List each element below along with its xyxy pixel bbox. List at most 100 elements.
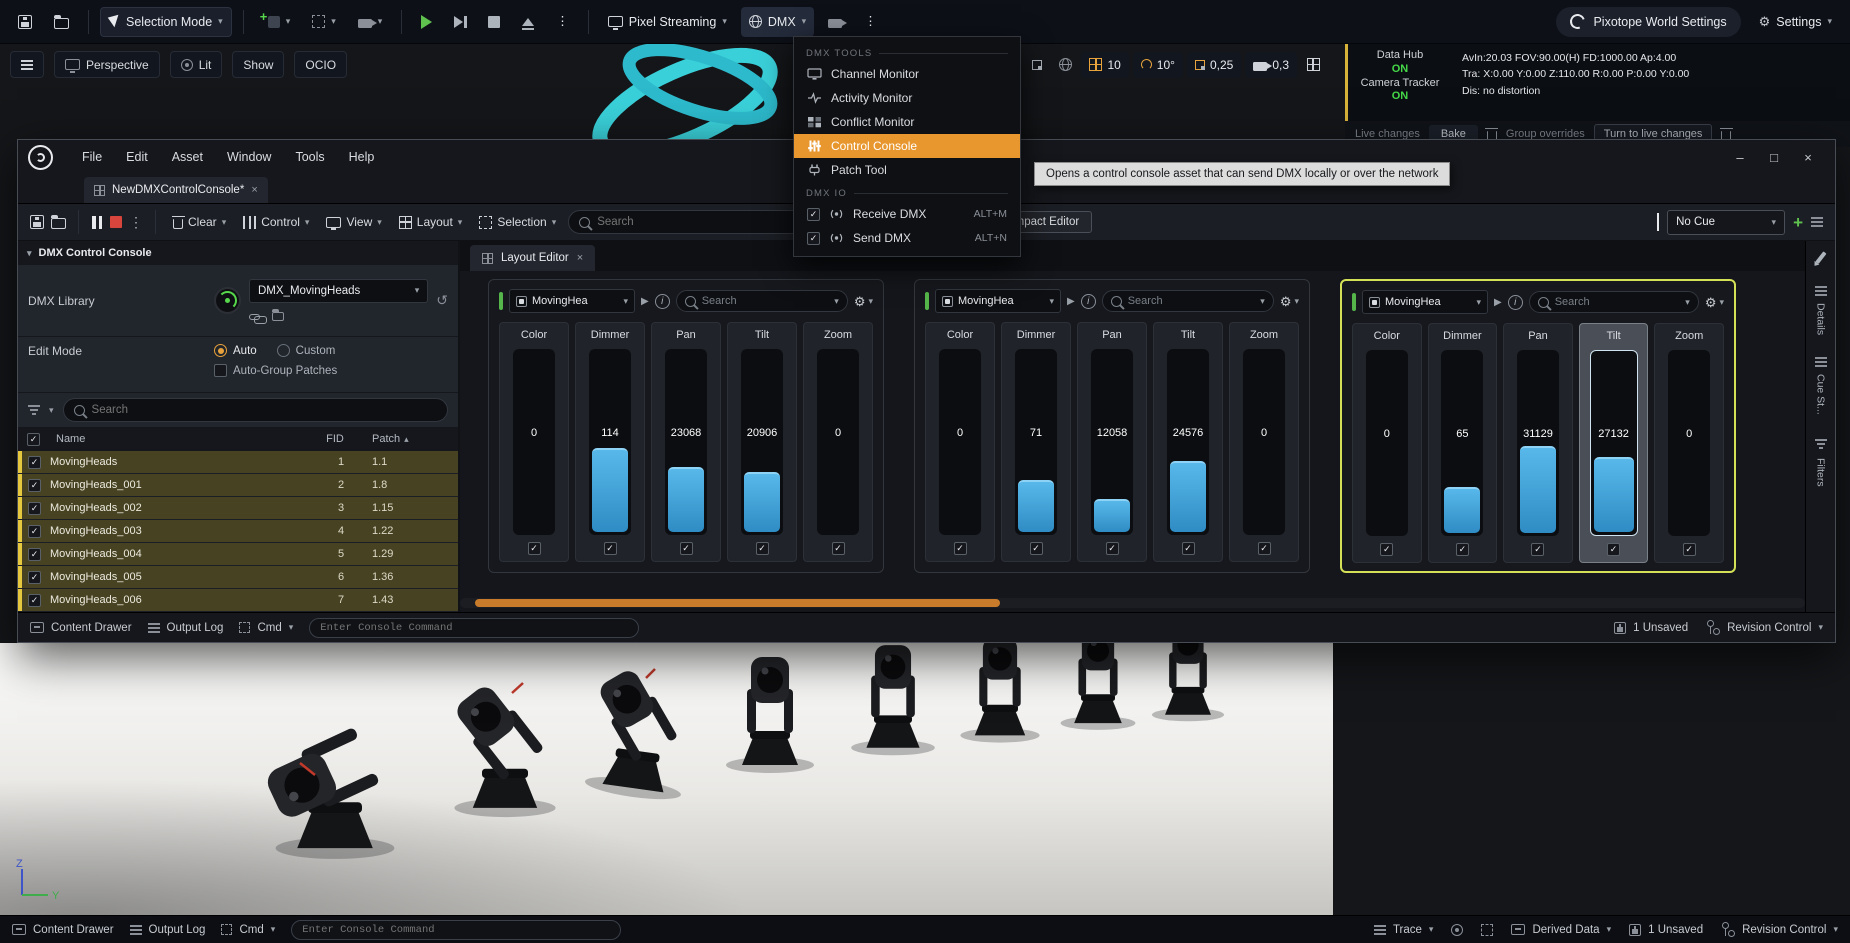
- content-browser-button[interactable]: [46, 7, 77, 37]
- pixotope-world-settings-button[interactable]: Pixotope World Settings: [1556, 7, 1740, 37]
- row-checkbox[interactable]: ✓: [28, 571, 41, 584]
- rotation-snap-control[interactable]: 10°: [1133, 52, 1183, 78]
- fader-enable-checkbox[interactable]: ✓: [1258, 542, 1271, 555]
- menu-item-receive-dmx[interactable]: ✓Receive DMXALT+M: [794, 202, 1020, 226]
- maximize-button[interactable]: □: [1757, 150, 1791, 165]
- edit-icon[interactable]: [1815, 251, 1826, 263]
- fader-track[interactable]: 0: [939, 349, 981, 535]
- fader-zoom[interactable]: Zoom0✓: [1229, 322, 1299, 562]
- tab-filters[interactable]: Filters: [1815, 437, 1827, 487]
- fader-track[interactable]: 0: [1668, 350, 1710, 536]
- fader-dimmer[interactable]: Dimmer65✓: [1428, 323, 1498, 563]
- row-checkbox[interactable]: ✓: [28, 548, 41, 561]
- group-search-input[interactable]: Search▾: [1102, 290, 1274, 312]
- play-button[interactable]: [413, 7, 440, 37]
- add-cue-button[interactable]: +: [1793, 214, 1803, 231]
- pixel-streaming-dropdown[interactable]: Pixel Streaming ▾: [600, 7, 735, 37]
- pause-playback-icon[interactable]: [91, 216, 103, 229]
- row-checkbox[interactable]: ✓: [28, 502, 41, 515]
- viewport-3d-scene[interactable]: Z Y: [0, 643, 1333, 915]
- fader-enable-checkbox[interactable]: ✓: [1683, 543, 1696, 556]
- fixture-group-select[interactable]: MovingHea▾: [1362, 290, 1488, 314]
- playback-options-menu[interactable]: ⋮: [129, 215, 143, 229]
- row-checkbox[interactable]: ✓: [28, 525, 41, 538]
- layout-dropdown[interactable]: Layout▾: [394, 211, 468, 233]
- fader-color[interactable]: Color0✓: [1352, 323, 1422, 563]
- frame-skip-button[interactable]: [446, 7, 474, 37]
- trace-dropdown[interactable]: Trace▾: [1374, 924, 1434, 936]
- tab-details[interactable]: Details: [1815, 286, 1827, 335]
- fader-zoom[interactable]: Zoom0✓: [1654, 323, 1724, 563]
- menu-file[interactable]: File: [71, 145, 113, 169]
- fader-pan[interactable]: Pan31129✓: [1503, 323, 1573, 563]
- selection-mode-dropdown[interactable]: Selection Mode ▾: [100, 7, 232, 37]
- grid-snap-control[interactable]: 10: [1081, 52, 1128, 78]
- maximize-viewport-button[interactable]: [1301, 52, 1325, 78]
- fader-tilt[interactable]: Tilt24576✓: [1153, 322, 1223, 562]
- info-icon[interactable]: i: [1508, 295, 1523, 310]
- fader-enable-checkbox[interactable]: ✓: [1030, 542, 1043, 555]
- fader-color[interactable]: Color0✓: [925, 322, 995, 562]
- fader-enable-checkbox[interactable]: ✓: [528, 542, 541, 555]
- content-drawer-button[interactable]: Content Drawer: [30, 622, 132, 634]
- column-fid[interactable]: FID: [304, 433, 366, 445]
- fader-dimmer[interactable]: Dimmer114✓: [575, 322, 645, 562]
- menu-item-send-dmx[interactable]: ✓Send DMXALT+N: [794, 226, 1020, 250]
- fader-track[interactable]: 27132: [1590, 350, 1638, 536]
- fader-track[interactable]: 23068: [665, 349, 707, 535]
- patch-row-movingheads-004[interactable]: ✓MovingHeads_00451.29: [18, 543, 458, 566]
- library-asset-icon[interactable]: [214, 287, 241, 314]
- fixture-group-select[interactable]: MovingHea▾: [509, 289, 635, 313]
- group-settings-button[interactable]: ⚙▾: [1705, 296, 1724, 309]
- fader-enable-checkbox[interactable]: ✓: [832, 542, 845, 555]
- filter-icon[interactable]: [30, 409, 38, 411]
- cue-select[interactable]: No Cue▾: [1667, 210, 1785, 235]
- revision-control-dropdown[interactable]: Revision Control▾: [1706, 621, 1823, 634]
- fader-track[interactable]: 20906: [741, 349, 783, 535]
- group-settings-button[interactable]: ⚙▾: [854, 295, 873, 308]
- cinematics-dropdown[interactable]: ▾: [350, 7, 391, 37]
- expand-arrow-icon[interactable]: ▶: [1067, 296, 1075, 307]
- info-icon[interactable]: i: [655, 294, 670, 309]
- lit-dropdown[interactable]: Lit: [170, 51, 223, 78]
- browse-icon[interactable]: [51, 218, 66, 229]
- world-space-button[interactable]: [1053, 52, 1077, 78]
- menu-edit[interactable]: Edit: [115, 145, 159, 169]
- scrollbar-thumb[interactable]: [475, 599, 1000, 607]
- control-dropdown[interactable]: Control▾: [238, 211, 314, 233]
- select-all-checkbox[interactable]: ✓: [27, 433, 40, 446]
- io-checkbox[interactable]: ✓: [807, 232, 820, 245]
- fader-enable-checkbox[interactable]: ✓: [1380, 543, 1393, 556]
- menu-item-patch-tool[interactable]: Patch Tool: [794, 158, 1020, 182]
- play-options-menu[interactable]: ⋮: [548, 7, 577, 37]
- fader-dimmer[interactable]: Dimmer71✓: [1001, 322, 1071, 562]
- settings-dropdown[interactable]: ⚙ Settings ▾: [1751, 7, 1840, 37]
- tab-cue-stack[interactable]: Cue St...: [1815, 357, 1827, 415]
- io-checkbox[interactable]: ✓: [807, 208, 820, 221]
- fader-track[interactable]: 31129: [1517, 350, 1559, 536]
- snapshot-icon[interactable]: [1481, 924, 1493, 936]
- menu-asset[interactable]: Asset: [161, 145, 214, 169]
- fader-track[interactable]: 114: [589, 349, 631, 535]
- save-icon[interactable]: [30, 215, 44, 229]
- row-checkbox[interactable]: ✓: [28, 594, 41, 607]
- insights-icon[interactable]: [1451, 924, 1463, 936]
- group-settings-button[interactable]: ⚙▾: [1280, 295, 1299, 308]
- viewport-menu-button[interactable]: [10, 51, 44, 78]
- fader-tilt[interactable]: Tilt20906✓: [727, 322, 797, 562]
- eject-button[interactable]: [514, 7, 542, 37]
- menu-item-conflict-monitor[interactable]: Conflict Monitor: [794, 110, 1020, 134]
- fader-track[interactable]: 0: [513, 349, 555, 535]
- fader-zoom[interactable]: Zoom0✓: [803, 322, 873, 562]
- clear-dropdown[interactable]: Clear▾: [168, 211, 231, 233]
- fixture-search-input[interactable]: [63, 398, 448, 422]
- patch-row-movingheads[interactable]: ✓MovingHeads11.1: [18, 451, 458, 474]
- fader-enable-checkbox[interactable]: ✓: [680, 542, 693, 555]
- show-dropdown[interactable]: Show: [232, 51, 284, 78]
- fader-pan[interactable]: Pan12058✓: [1077, 322, 1147, 562]
- dmx-library-select[interactable]: DMX_MovingHeads ▾: [249, 279, 428, 303]
- patch-row-movingheads-001[interactable]: ✓MovingHeads_00121.8: [18, 474, 458, 497]
- console-command-input[interactable]: [309, 618, 639, 638]
- fader-enable-checkbox[interactable]: ✓: [1531, 543, 1544, 556]
- cmd-dropdown[interactable]: Cmd▾: [239, 622, 293, 634]
